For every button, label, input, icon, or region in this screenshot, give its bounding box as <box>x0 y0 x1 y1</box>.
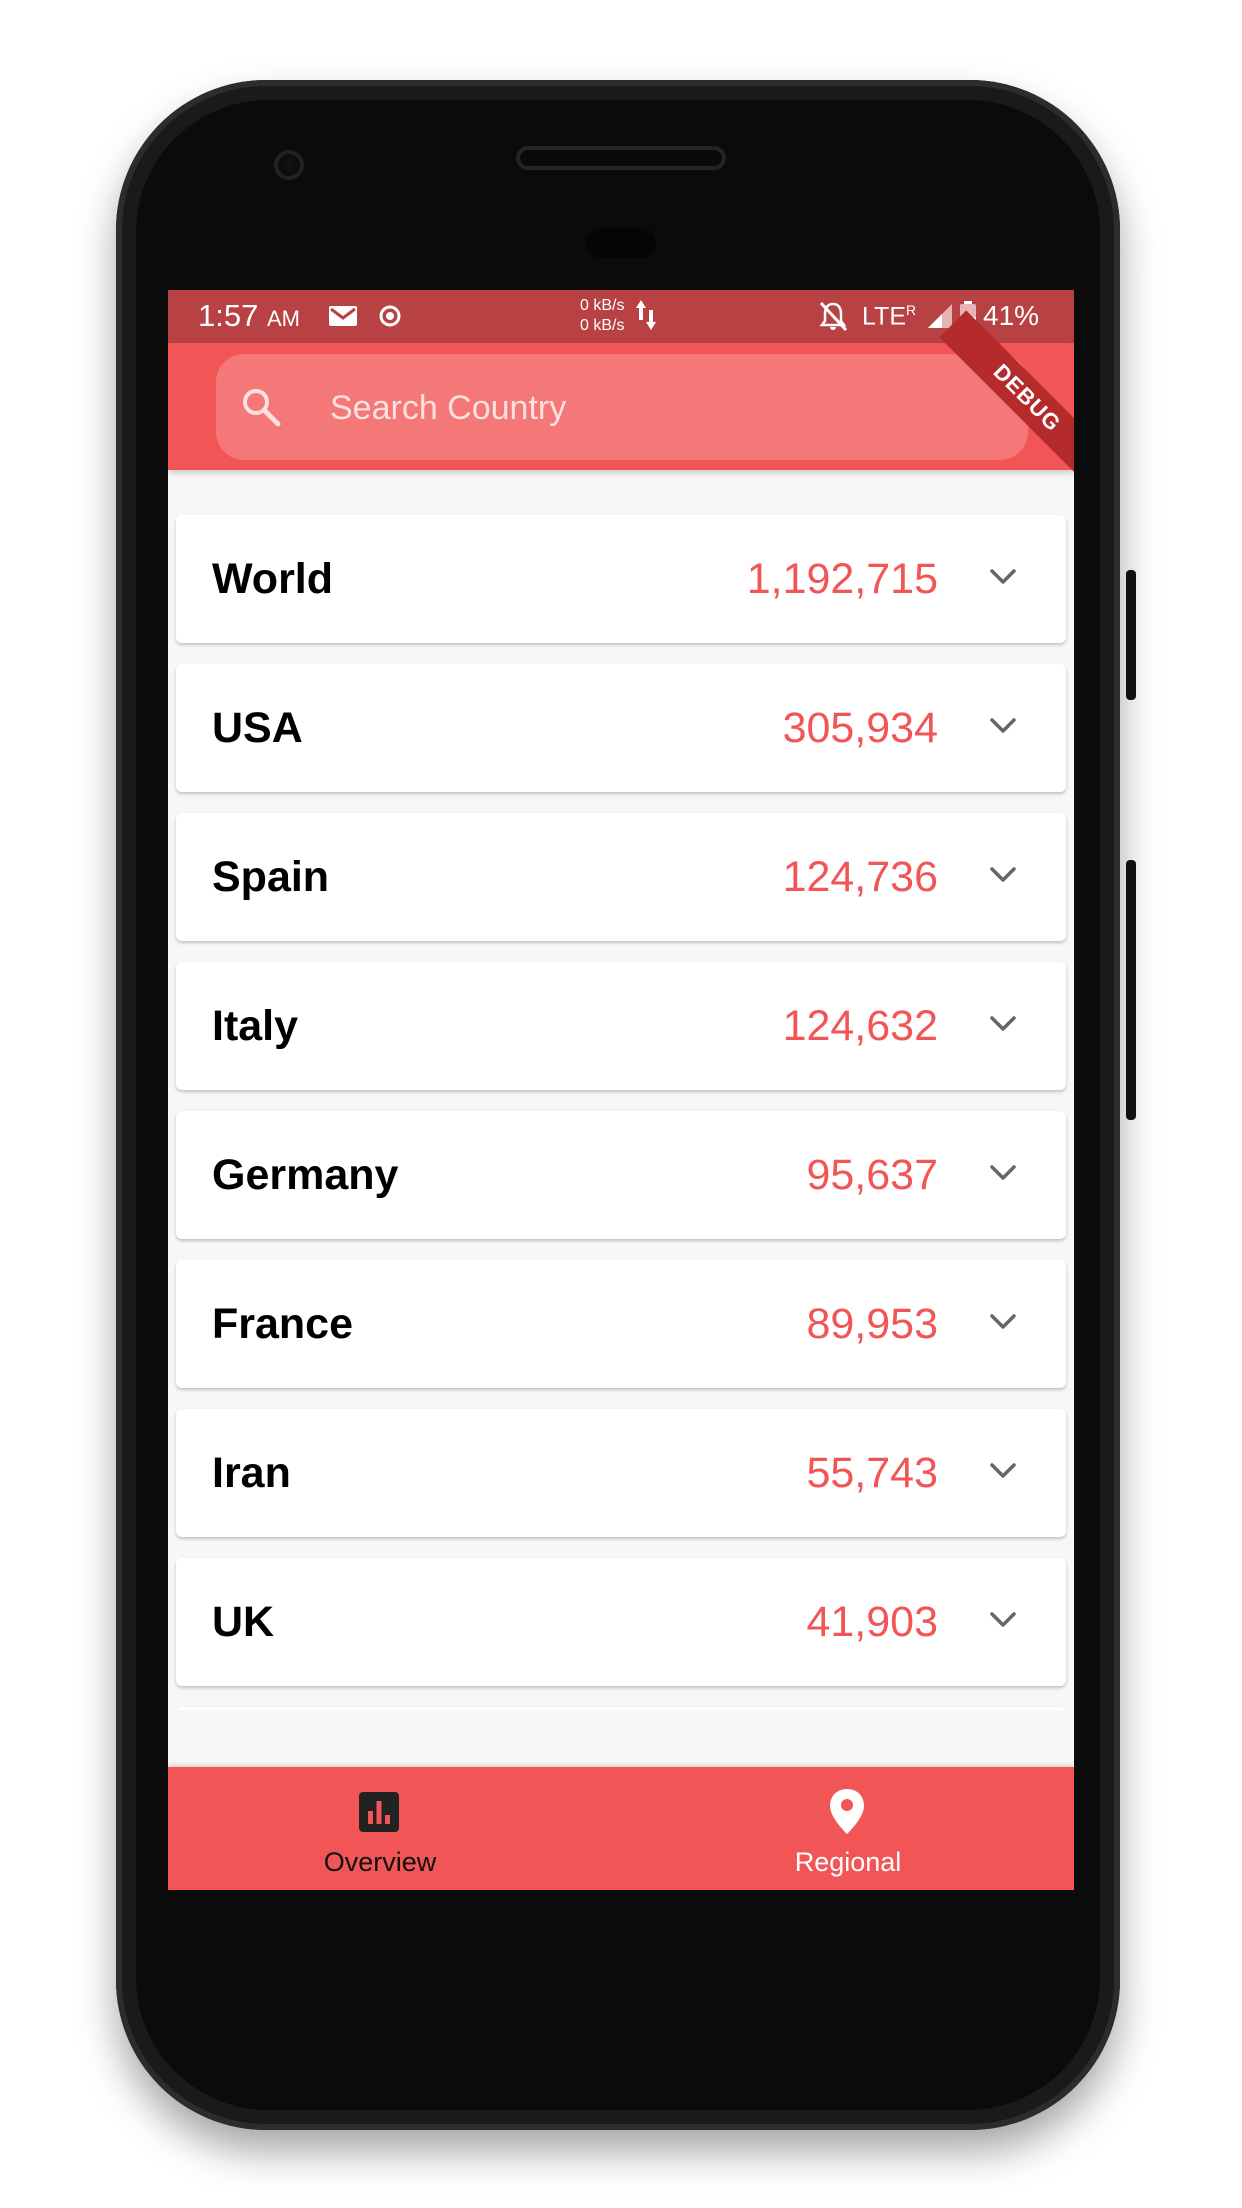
country-row[interactable]: USA 305,934 <box>176 664 1066 792</box>
search-bar[interactable] <box>216 354 1028 460</box>
chevron-down-icon[interactable] <box>988 1014 1018 1034</box>
case-count: 1,192,715 <box>746 555 938 603</box>
chevron-down-icon[interactable] <box>988 1610 1018 1630</box>
record-icon <box>379 305 401 327</box>
case-count: 41,903 <box>806 1598 938 1646</box>
power-button <box>1126 570 1136 700</box>
case-count: 305,934 <box>782 704 938 752</box>
data-transfer-icon <box>636 300 656 330</box>
country-name: Germany <box>212 1151 399 1199</box>
case-count: 89,953 <box>806 1300 938 1348</box>
nav-overview[interactable]: Overview <box>230 1767 530 1890</box>
country-row[interactable]: World 1,192,715 <box>176 515 1066 643</box>
location-pin-icon <box>830 1789 864 1834</box>
search-icon <box>243 389 281 427</box>
nav-overview-label: Overview <box>323 1847 437 1877</box>
notifications-off-icon <box>819 301 848 332</box>
status-bar: 1:57 AM 0 kB/s 0 kB/s LTER 41% <box>168 290 1074 343</box>
network-speed: 0 kB/s 0 kB/s <box>580 297 625 334</box>
app-bar: DEBUG <box>168 310 1074 486</box>
case-count: 55,743 <box>806 1449 938 1497</box>
country-row[interactable]: France 89,953 <box>176 1260 1066 1388</box>
nav-regional-label: Regional <box>794 1847 902 1877</box>
case-count: 95,637 <box>806 1151 938 1199</box>
country-name: World <box>212 555 334 603</box>
proximity-sensor <box>586 228 656 258</box>
front-camera <box>274 150 304 180</box>
country-row[interactable]: Italy 124,632 <box>176 962 1066 1090</box>
case-count: 124,736 <box>782 853 938 901</box>
country-list[interactable]: World 1,192,715 USA 305,934 Spain 124,736 Ital… <box>168 470 1074 1710</box>
bar-chart-icon <box>359 1792 399 1832</box>
chevron-down-icon[interactable] <box>988 865 1018 885</box>
country-name: Spain <box>212 853 330 901</box>
country-name: Iran <box>212 1449 291 1497</box>
country-row[interactable]: Iran 55,743 <box>176 1409 1066 1537</box>
country-name: France <box>212 1300 354 1348</box>
case-count: 124,632 <box>782 1002 938 1050</box>
country-row[interactable]: Spain 124,736 <box>176 813 1066 941</box>
chevron-down-icon[interactable] <box>988 1461 1018 1481</box>
app-screen: 1:57 AM 0 kB/s 0 kB/s LTER 41% Search Co… <box>168 290 1074 1890</box>
earpiece-speaker <box>520 150 722 166</box>
chevron-down-icon[interactable] <box>988 1312 1018 1332</box>
country-row[interactable]: UK 41,903 <box>176 1558 1066 1686</box>
chevron-down-icon[interactable] <box>988 1163 1018 1183</box>
country-name: UK <box>212 1598 275 1646</box>
chevron-down-icon[interactable] <box>988 567 1018 587</box>
volume-button <box>1126 860 1136 1120</box>
chevron-down-icon[interactable] <box>988 716 1018 736</box>
battery-percent: 41% <box>983 300 1040 331</box>
country-name: USA <box>212 704 303 752</box>
country-name: Italy <box>212 1002 299 1050</box>
search-input[interactable] <box>328 378 982 438</box>
country-row[interactable]: Germany 95,637 <box>176 1111 1066 1239</box>
nav-regional[interactable]: Regional <box>698 1767 998 1890</box>
country-row-partial[interactable] <box>176 1707 1066 1710</box>
gmail-icon <box>329 306 357 326</box>
bottom-navigation: Overview Regional <box>168 1767 1074 1890</box>
network-type: LTER <box>862 302 917 331</box>
status-time: 1:57 AM <box>198 298 300 333</box>
